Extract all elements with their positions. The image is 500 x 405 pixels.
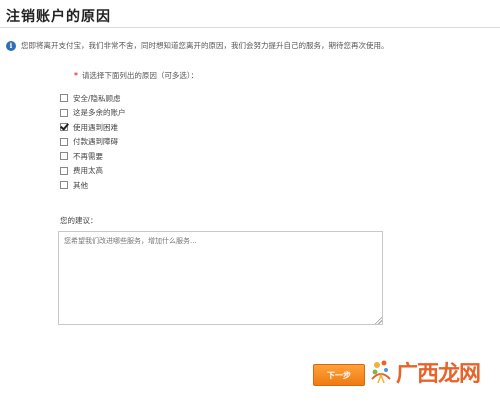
- reason-checkbox[interactable]: [60, 108, 68, 117]
- reason-label[interactable]: 使用遇到困难: [73, 122, 118, 133]
- reason-checkbox[interactable]: [60, 94, 68, 103]
- reason-checkbox[interactable]: [60, 166, 68, 175]
- reason-label[interactable]: 费用太高: [73, 165, 103, 176]
- watermark-text: 广西龙网: [396, 361, 481, 387]
- reason-option[interactable]: 费用太高: [60, 164, 126, 179]
- reason-option[interactable]: 不再需要: [60, 149, 126, 164]
- reason-option[interactable]: 付款遇到障碍: [60, 135, 126, 150]
- reason-label[interactable]: 安全/隐私顾虑: [73, 93, 121, 104]
- reason-label[interactable]: 这是多余的账户: [73, 107, 126, 118]
- info-icon: i: [6, 40, 16, 51]
- page-title: 注销账户的原因: [6, 9, 111, 25]
- watermark-logo-icon: [371, 360, 391, 384]
- title-divider: [0, 27, 500, 28]
- reason-checkbox[interactable]: [60, 181, 68, 190]
- reason-label[interactable]: 付款遇到障碍: [73, 136, 118, 147]
- advice-label: 您的建议：: [60, 216, 98, 225]
- required-mark: *: [74, 71, 78, 80]
- reason-option[interactable]: 这是多余的账户: [60, 106, 126, 121]
- reasons-prompt-text: 请选择下面列出的原因（可多选）：: [81, 71, 199, 80]
- reason-label[interactable]: 其他: [73, 180, 88, 191]
- reasons-prompt: * 请选择下面列出的原因（可多选）：: [74, 70, 198, 81]
- reason-list: 安全/隐私顾虑 这是多余的账户 使用遇到困难 付款遇到障碍 不再需要 费用太高 …: [60, 91, 126, 193]
- reason-option[interactable]: 使用遇到困难: [60, 120, 126, 135]
- reason-checkbox[interactable]: [60, 152, 68, 161]
- notice-banner: i 您即将离开支付宝，我们非常不舍，同时想知道您离开的原因，我们会努力提升自己的…: [6, 40, 389, 51]
- reason-checkbox[interactable]: [60, 137, 68, 146]
- resize-grip-icon[interactable]: [374, 316, 382, 324]
- watermark: 广西龙网: [368, 356, 481, 388]
- notice-text: 您即将离开支付宝，我们非常不舍，同时想知道您离开的原因，我们会努力提升自己的服务…: [21, 41, 389, 50]
- advice-textarea[interactable]: [58, 231, 383, 325]
- next-step-button[interactable]: 下一步: [313, 364, 365, 386]
- reason-option[interactable]: 其他: [60, 178, 126, 193]
- reason-option[interactable]: 安全/隐私顾虑: [60, 91, 126, 106]
- reason-checkbox[interactable]: [60, 123, 68, 132]
- reason-label[interactable]: 不再需要: [73, 151, 103, 162]
